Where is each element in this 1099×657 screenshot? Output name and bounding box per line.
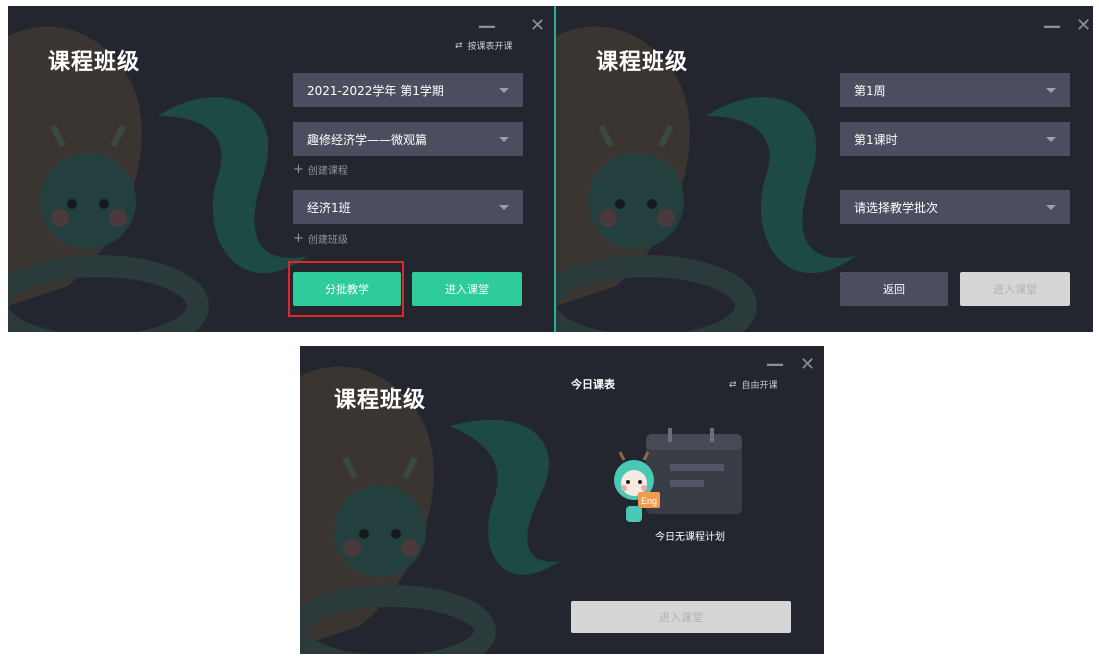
class-select[interactable]: 经济1班 bbox=[293, 190, 523, 224]
swap-icon: ⇄ bbox=[455, 40, 463, 51]
plus-icon: + bbox=[293, 231, 304, 246]
schedule-switch-button[interactable]: ⇄ 按课表开课 bbox=[455, 39, 513, 53]
class-value: 经济1班 bbox=[307, 200, 351, 215]
course-select[interactable]: 趣修经济学——微观篇 bbox=[293, 122, 523, 156]
create-class-label: 创建班级 bbox=[307, 235, 348, 246]
free-start-switch-button[interactable]: ⇄ 自由开课 bbox=[729, 378, 778, 392]
period-select[interactable]: 第1课时 bbox=[840, 122, 1070, 156]
empty-schedule-text: 今日无课程计划 bbox=[655, 532, 725, 543]
enter-classroom-button[interactable]: 进入课堂 bbox=[412, 272, 522, 306]
teaching-batch-placeholder: 请选择教学批次 bbox=[854, 200, 939, 215]
chevron-down-icon bbox=[499, 205, 509, 210]
panel-batch-select: — ✕ 课程班级 第1周 第1课时 请选择教学批次 返回 进入课堂 bbox=[556, 6, 1093, 332]
close-icon[interactable]: ✕ bbox=[530, 17, 545, 35]
plus-icon: + bbox=[293, 162, 304, 177]
schedule-switch-label: 按课表开课 bbox=[467, 42, 513, 52]
batch-teaching-button[interactable]: 分批教学 bbox=[293, 272, 401, 306]
week-select[interactable]: 第1周 bbox=[840, 73, 1070, 107]
enter-classroom-button[interactable]: 进入课堂 bbox=[960, 272, 1070, 306]
teaching-batch-select[interactable]: 请选择教学批次 bbox=[840, 190, 1070, 224]
panel-course-class-select: — ✕ 课程班级 ⇄ 按课表开课 2021-2022学年 第1学期 趣修经济学—… bbox=[8, 6, 554, 332]
minimize-icon[interactable]: — bbox=[1043, 18, 1061, 36]
page-title: 课程班级 bbox=[596, 50, 689, 75]
page-title: 课程班级 bbox=[48, 50, 141, 75]
back-button[interactable]: 返回 bbox=[840, 272, 948, 306]
create-class-link[interactable]: + 创建班级 bbox=[293, 231, 348, 246]
close-icon[interactable]: ✕ bbox=[800, 356, 815, 374]
chevron-down-icon bbox=[1046, 205, 1056, 210]
page-title: 课程班级 bbox=[334, 388, 427, 413]
panel-today-schedule: — ✕ 课程班级 今日课表 ⇄ 自由开课 Eng 今日无课程计划 进入课堂 bbox=[300, 346, 824, 654]
free-start-label: 自由开课 bbox=[741, 381, 778, 391]
chevron-down-icon bbox=[1046, 88, 1056, 93]
today-schedule-heading: 今日课表 bbox=[571, 378, 615, 391]
swap-icon: ⇄ bbox=[729, 379, 737, 390]
empty-schedule-illustration: Eng bbox=[614, 428, 742, 522]
mascot-badge-text: Eng bbox=[641, 496, 657, 506]
period-value: 第1课时 bbox=[854, 132, 898, 147]
minimize-icon[interactable]: — bbox=[478, 18, 496, 36]
create-course-link[interactable]: + 创建课程 bbox=[293, 162, 348, 177]
chevron-down-icon bbox=[1046, 137, 1056, 142]
semester-value: 2021-2022学年 第1学期 bbox=[307, 83, 444, 98]
chevron-down-icon bbox=[499, 88, 509, 93]
minimize-icon[interactable]: — bbox=[766, 356, 784, 374]
close-icon[interactable]: ✕ bbox=[1076, 17, 1091, 35]
chevron-down-icon bbox=[499, 137, 509, 142]
week-value: 第1周 bbox=[854, 83, 886, 98]
course-value: 趣修经济学——微观篇 bbox=[307, 132, 428, 147]
semester-select[interactable]: 2021-2022学年 第1学期 bbox=[293, 73, 523, 107]
enter-classroom-button[interactable]: 进入课堂 bbox=[571, 601, 791, 633]
create-course-label: 创建课程 bbox=[307, 166, 348, 177]
